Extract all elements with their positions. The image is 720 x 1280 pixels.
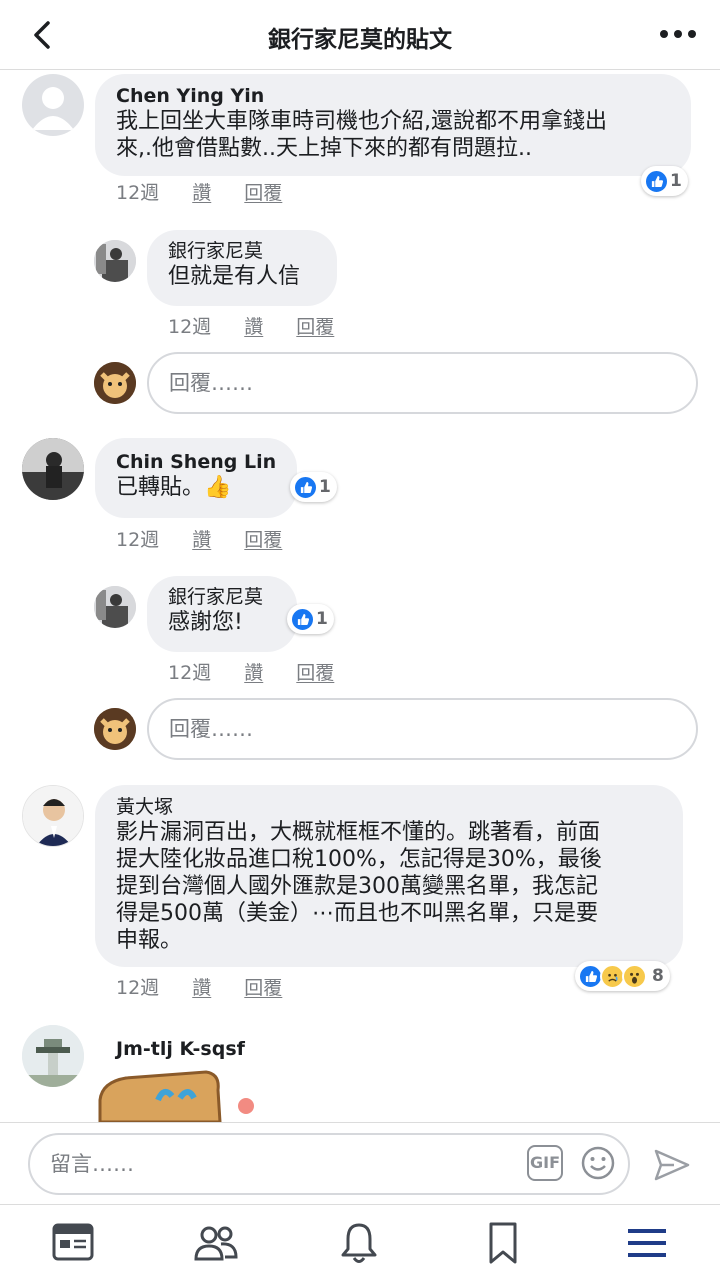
timestamp: 12週 <box>116 529 160 551</box>
reply-button[interactable]: 回覆 <box>244 178 282 205</box>
reaction-count: 1 <box>670 171 682 191</box>
bookmark-icon[interactable] <box>478 1219 528 1267</box>
user-photo-icon <box>94 586 136 628</box>
reaction-count: 1 <box>316 609 328 629</box>
reply-input[interactable]: 回覆…… <box>147 698 698 760</box>
reply-button[interactable]: 回覆 <box>296 312 334 339</box>
bottom-tab-bar <box>0 1204 720 1280</box>
like-button[interactable]: 讚 <box>244 312 263 339</box>
emoji-icon[interactable] <box>580 1145 616 1181</box>
reply-input[interactable]: 回覆…… <box>147 352 698 414</box>
top-bar: 銀行家尼莫的貼文 <box>0 0 720 70</box>
reply-text: 但就是有人信 <box>168 264 301 289</box>
reply-button[interactable]: 回覆 <box>244 525 282 552</box>
wow-icon <box>622 963 647 989</box>
current-user-avatar <box>94 708 136 750</box>
avatar[interactable] <box>22 785 84 847</box>
gif-button[interactable]: GIF <box>527 1145 563 1181</box>
default-avatar-icon <box>32 87 74 130</box>
reply-text: 感謝您! <box>168 610 243 635</box>
comment-composer: 留言…… GIF <box>0 1122 720 1204</box>
reply-button[interactable]: 回覆 <box>244 973 282 1000</box>
friends-icon[interactable] <box>191 1219 241 1267</box>
comment-bubble[interactable]: 黃大塚 影片漏洞百出，大概就框框不懂的。跳著看，前面 提大陸化妝品進口稅100%… <box>95 785 683 967</box>
reaction-summary[interactable]: 1 <box>641 166 688 196</box>
user-photo-icon <box>94 240 136 282</box>
reply-button[interactable]: 回覆 <box>296 658 334 685</box>
news-feed-icon[interactable] <box>48 1219 98 1267</box>
comment-author[interactable]: Chen Ying Yin <box>116 84 670 108</box>
like-button[interactable]: 讚 <box>192 973 211 1000</box>
avatar[interactable] <box>94 240 136 282</box>
like-button[interactable]: 讚 <box>244 658 263 685</box>
comment-text: 已轉貼。👍 <box>116 475 232 500</box>
notifications-icon[interactable] <box>334 1219 384 1267</box>
sticker-image <box>98 1070 254 1122</box>
comment-author[interactable]: Jm-tlj K-sqsf <box>116 1038 245 1060</box>
reply-author[interactable]: 銀行家尼莫 <box>168 239 316 263</box>
avatar <box>94 708 136 750</box>
comment-author[interactable]: Chin Sheng Lin <box>116 450 276 474</box>
comment-actions: 12週 讚 回覆 <box>116 178 309 205</box>
send-icon[interactable] <box>652 1147 692 1183</box>
comments-feed[interactable]: Chen Ying Yin 我上回坐大車隊車時司機也介紹,還說都不用拿錢出 來,… <box>0 70 720 1122</box>
avatar[interactable] <box>22 74 84 136</box>
reaction-summary[interactable]: 1 <box>287 604 334 634</box>
avatar <box>94 362 136 404</box>
user-photo-icon <box>23 786 83 846</box>
comment-text: 影片漏洞百出，大概就框框不懂的。跳著看，前面 提大陸化妝品進口稅100%，怎記得… <box>116 820 602 953</box>
avatar[interactable] <box>22 438 84 500</box>
reply-bubble[interactable]: 銀行家尼莫 但就是有人信 <box>147 230 337 306</box>
like-button[interactable]: 讚 <box>192 178 211 205</box>
like-icon <box>644 168 669 194</box>
avatar[interactable] <box>22 1025 84 1087</box>
like-icon <box>290 606 315 632</box>
reply-actions: 12週 讚 回覆 <box>168 658 361 685</box>
reaction-summary[interactable]: 8 <box>575 961 670 991</box>
reaction-summary[interactable]: 1 <box>290 472 337 502</box>
avatar[interactable] <box>94 586 136 628</box>
timestamp: 12週 <box>116 182 160 204</box>
like-button[interactable]: 讚 <box>192 525 211 552</box>
user-photo-icon <box>22 1025 84 1087</box>
reply-bubble[interactable]: 銀行家尼莫 感謝您! <box>147 576 297 652</box>
page-title: 銀行家尼莫的貼文 <box>268 27 452 53</box>
comment-bubble[interactable]: Chen Ying Yin 我上回坐大車隊車時司機也介紹,還說都不用拿錢出 來,… <box>95 74 691 176</box>
more-icon[interactable] <box>658 24 698 44</box>
current-user-avatar <box>94 362 136 404</box>
comment-actions: 12週 讚 回覆 <box>116 525 309 552</box>
timestamp: 12週 <box>168 316 212 338</box>
menu-icon[interactable] <box>622 1219 672 1267</box>
reaction-count: 1 <box>319 477 331 497</box>
timestamp: 12週 <box>168 662 212 684</box>
comment-text: 我上回坐大車隊車時司機也介紹,還說都不用拿錢出 來,.他會借點數..天上掉下來的… <box>116 109 607 161</box>
like-icon <box>293 474 318 500</box>
comment-bubble[interactable]: Chin Sheng Lin 已轉貼。👍 <box>95 438 297 518</box>
reaction-count: 8 <box>652 966 664 986</box>
reply-actions: 12週 讚 回覆 <box>168 312 361 339</box>
comment-author[interactable]: 黃大塚 <box>116 795 662 819</box>
user-photo-icon <box>22 438 84 500</box>
comment-actions: 12週 讚 回覆 <box>116 973 309 1000</box>
timestamp: 12週 <box>116 977 160 999</box>
reply-author[interactable]: 銀行家尼莫 <box>168 585 276 609</box>
